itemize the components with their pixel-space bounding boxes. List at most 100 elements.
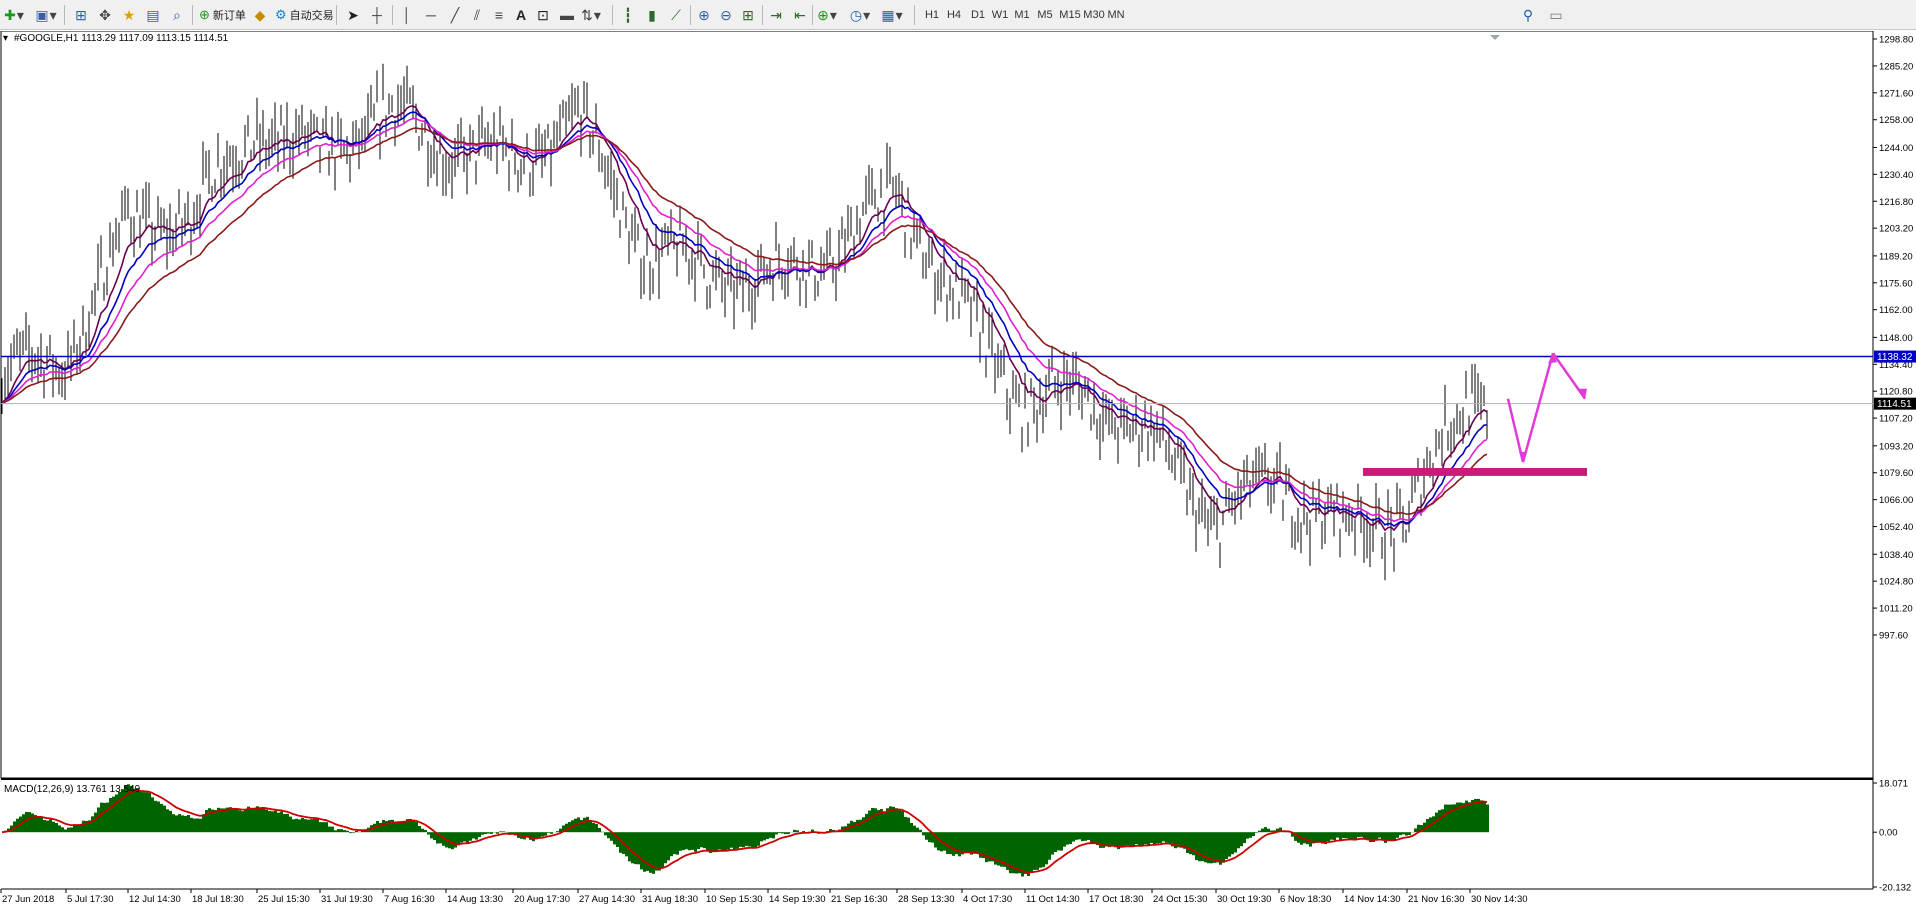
macd-histogram-bar [1231,832,1234,855]
price-tick-label: 1271.60 [1879,88,1913,99]
macd-histogram-bar [1258,830,1261,833]
templates-icon[interactable]: ▦ ▾ [880,4,904,26]
chart-shift-icon[interactable]: ⇤ [788,4,812,26]
new-order-button[interactable]: ⊕ 新订单 [196,4,249,26]
timeframe-h1[interactable]: H1 [920,4,944,26]
bar-chart-icon[interactable]: ┇ [616,4,640,26]
macd-histogram-bar [688,832,691,851]
chart-window[interactable]: ▾ #GOOGLE,H1 1113.29 1117.09 1113.15 111… [0,31,1916,911]
chart-collapse-arrow[interactable]: ▾ [3,33,8,44]
macd-histogram-bar [1060,832,1063,851]
auto-trading-button[interactable]: ⚙ 自动交易 [272,4,337,26]
macd-histogram-bar [661,832,664,868]
candlestick-icon[interactable]: ▮ [640,4,664,26]
timeframe-w1[interactable]: W1 [988,4,1012,26]
macd-histogram-bar [289,816,292,833]
macd-histogram-bar [1015,832,1018,874]
macd-histogram-bar [40,816,43,833]
vertical-line-icon[interactable]: │ [395,4,419,26]
macd-histogram-bar [1339,832,1342,841]
search-icon[interactable]: ⚲ [1516,4,1540,26]
macd-histogram-bar [232,807,235,833]
macd-histogram-bar [739,832,742,847]
macd-histogram-bar [325,822,328,833]
price-tick-label: 1244.00 [1879,143,1913,154]
macd-histogram-bar [1150,832,1153,844]
zoom-out-icon[interactable]: ⊖ [714,4,738,26]
trendline-icon[interactable]: ╱ [443,4,467,26]
timeframe-h4[interactable]: H4 [942,4,966,26]
navigator-icon[interactable]: ✥ [93,4,117,26]
text-icon[interactable]: A [509,4,533,26]
macd-histogram-bar [973,832,976,854]
market-watch-icon[interactable]: ⊞ [69,4,93,26]
macd-histogram-bar [703,832,706,849]
chat-icon[interactable]: ▭ [1544,4,1568,26]
line-chart-icon[interactable]: ⟋ [664,4,688,26]
macd-histogram-bar [292,819,295,833]
indicators-icon[interactable]: ⊕ ▾ [815,4,839,26]
auto-trading-icon: ⚙ [275,7,287,22]
macd-histogram-bar [1402,832,1405,835]
macd-histogram-bar [1351,832,1354,840]
macd-histogram-bar [307,819,310,833]
cursor-icon[interactable]: ➤ [341,4,365,26]
tile-windows-icon[interactable]: ⊞ [736,4,760,26]
macd-histogram-bar [1237,832,1240,849]
macd-histogram-bar [244,809,247,833]
macd-histogram-bar [727,832,730,850]
timeframe-m5[interactable]: M5 [1033,4,1057,26]
profiles-icon[interactable]: ▣ ▾ [34,4,58,26]
crosshair-icon[interactable]: ┼ [365,4,389,26]
text-label-icon[interactable]: ⊡ [531,4,555,26]
tester-icon[interactable]: ⌕ [165,4,189,26]
time-tick-label: 30 Nov 14:30 [1471,894,1528,905]
macd-histogram-bar [280,811,283,833]
fibonacci-icon[interactable]: ≡ [487,4,511,26]
timeframe-mn[interactable]: MN [1103,4,1129,26]
macd-histogram-bar [1198,832,1201,862]
new-chart-icon[interactable]: ✚ ▾ [2,4,26,26]
equidistant-channel-icon[interactable]: ⫽ [465,4,489,26]
macd-histogram-bar [1090,832,1093,843]
macd-histogram-bar [397,821,400,833]
macd-histogram-bar [490,832,493,834]
timeframe-d1[interactable]: D1 [966,4,990,26]
time-tick-label: 31 Aug 18:30 [642,894,698,905]
data-window-icon[interactable]: ★ [117,4,141,26]
macd-histogram-bar [859,819,862,833]
terminal-icon[interactable]: ▤ [141,4,165,26]
macd-histogram-bar [1447,804,1450,833]
macd-histogram-bar [1408,832,1411,835]
auto-scroll-icon[interactable]: ⇥ [764,4,788,26]
macd-histogram-bar [664,832,667,864]
price-tick-label: 1216.80 [1879,197,1913,208]
macd-histogram-bar [1051,832,1054,855]
metaeditor-icon[interactable]: ◆ [248,4,272,26]
macd-histogram-bar [1069,832,1072,845]
macd-histogram-bar [229,807,232,833]
macd-histogram-bar [991,832,994,862]
timeframe-m1[interactable]: M1 [1010,4,1034,26]
arrows-icon[interactable]: ⇅ ▾ [579,4,603,26]
support-zone-rectangle[interactable] [1363,467,1587,476]
macd-histogram-bar [1225,832,1228,859]
periodicity-icon[interactable]: ◷ ▾ [848,4,872,26]
macd-histogram-bar [172,814,175,833]
price-tick-label: 997.60 [1879,631,1908,642]
macd-histogram-bar [1186,832,1189,853]
macd-histogram-bar [304,819,307,833]
macd-histogram-bar [697,832,700,850]
macd-histogram-bar [1384,832,1387,843]
macd-histogram-bar [421,828,424,833]
zoom-in-icon[interactable]: ⊕ [692,4,716,26]
macd-histogram-bar [184,815,187,833]
price-tick-label: 1162.00 [1879,305,1913,316]
macd-histogram-bar [61,827,64,833]
macd-histogram-bar [469,832,472,841]
horizontal-line-icon[interactable]: ─ [419,4,443,26]
macd-histogram-bar [958,832,961,857]
macd-histogram-bar [925,832,928,840]
rectangle-icon[interactable]: ▬ [555,4,579,26]
time-tick-label: 20 Aug 17:30 [514,894,570,905]
